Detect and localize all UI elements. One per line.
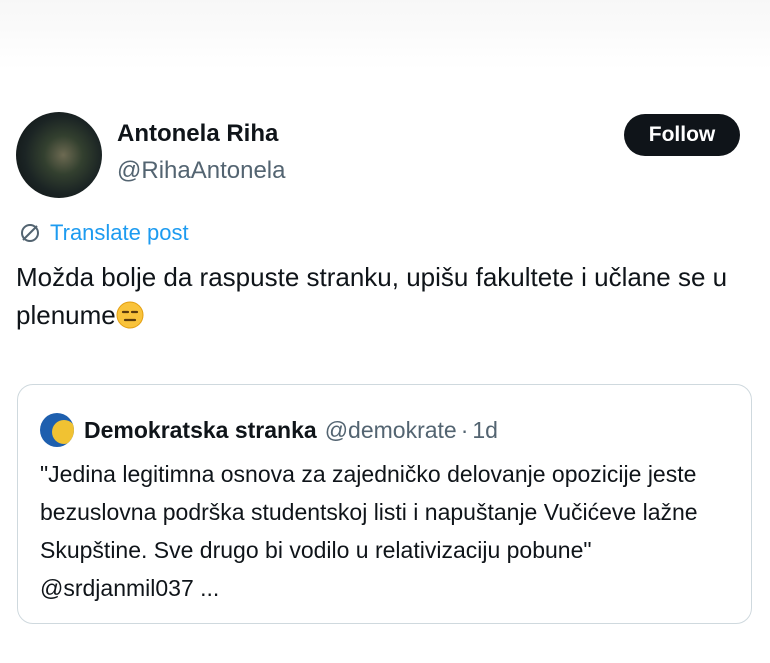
globe-icon [21,224,39,242]
translate-post-link[interactable]: Translate post [18,220,189,246]
follow-button[interactable]: Follow [624,114,740,156]
quoted-post[interactable]: Demokratska stranka @demokrate · 1d "Jed… [17,384,752,624]
quote-text: "Jedina legitimna osnova za zajedničko d… [40,461,698,601]
quote-header: Demokratska stranka @demokrate · 1d [40,413,498,447]
quote-author-name[interactable]: Demokratska stranka [84,417,317,444]
quote-timestamp[interactable]: 1d [472,417,498,444]
top-background [0,0,770,70]
quote-separator: · [460,416,469,443]
avatar[interactable] [16,112,102,198]
post-text: Možda bolje da raspuste stranku, upišu f… [16,258,751,334]
expressionless-face-icon [116,301,144,329]
author-name[interactable]: Antonela Riha [117,120,278,148]
quote-author-handle[interactable]: @demokrate [325,417,457,444]
quote-avatar[interactable] [40,413,74,447]
author-handle[interactable]: @RihaAntonela [117,157,285,185]
translate-post-label: Translate post [50,220,189,245]
